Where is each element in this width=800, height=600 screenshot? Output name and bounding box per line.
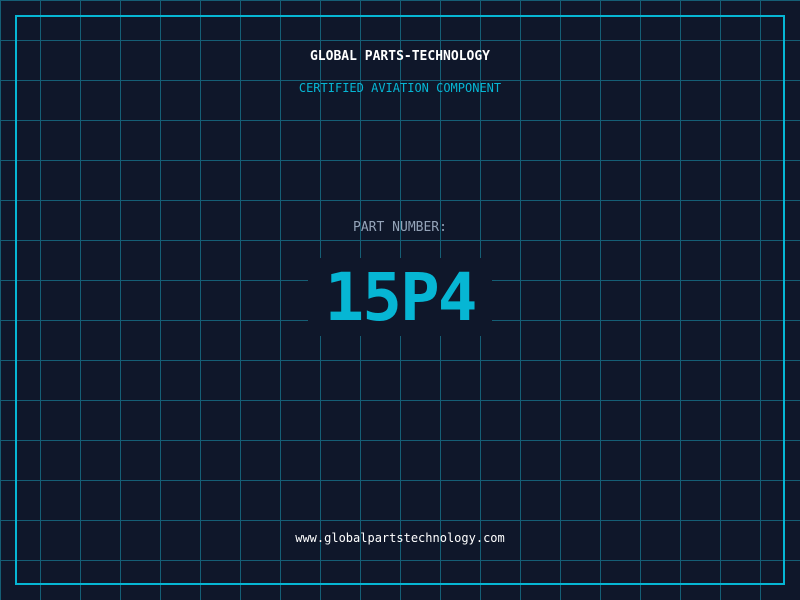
part-number-value: 15P4	[324, 259, 478, 336]
website-link[interactable]: www.globalpartstechnology.com	[0, 531, 800, 545]
company-title: GLOBAL PARTS-TECHNOLOGY	[309, 49, 490, 64]
certification-subtitle: CERTIFIED AVIATION COMPONENT	[298, 81, 502, 95]
part-number-label: PART NUMBER:	[353, 220, 447, 235]
